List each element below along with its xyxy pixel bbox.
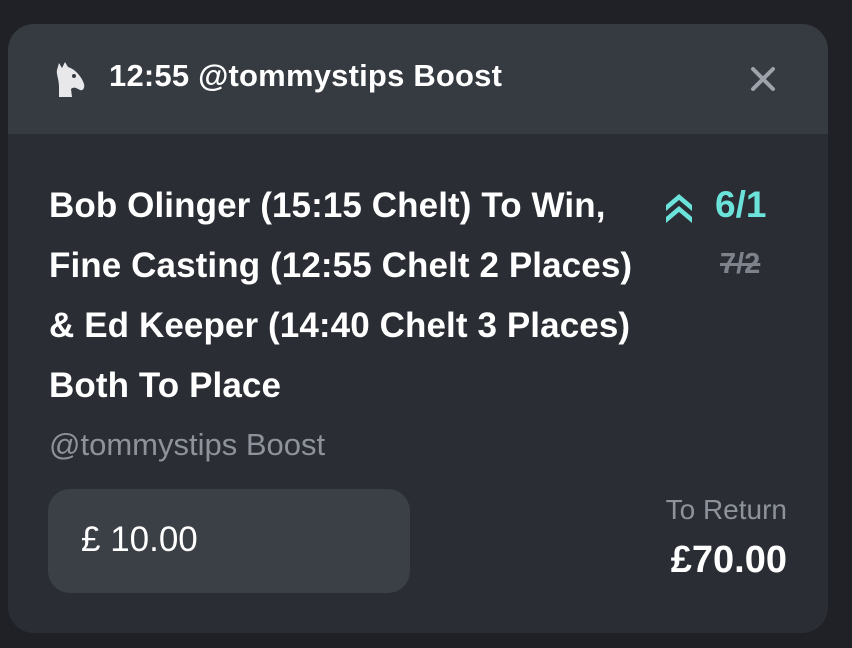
- selection-description: Bob Olinger (15:15 Chelt) To Win, Fine C…: [49, 186, 633, 405]
- double-chevron-up-icon: [666, 194, 692, 223]
- boosted-odds: 6/1: [715, 184, 767, 225]
- original-odds: 7/2: [720, 248, 761, 280]
- return-label: To Return: [665, 494, 787, 525]
- stake-input[interactable]: £ 10.00: [48, 489, 410, 593]
- header-title: 12:55 @tommystips Boost: [109, 58, 503, 93]
- card-header: 12:55 @tommystips Boost: [8, 24, 828, 134]
- bet-card: 12:55 @tommystips Boost Bob Olinger (15:…: [8, 24, 828, 633]
- selection-subtitle: @tommystips Boost: [49, 427, 326, 462]
- close-icon[interactable]: [746, 62, 780, 96]
- stake-value: £ 10.00: [81, 520, 198, 559]
- horse-head-icon: [56, 62, 85, 97]
- return-value: £70.00: [670, 539, 787, 581]
